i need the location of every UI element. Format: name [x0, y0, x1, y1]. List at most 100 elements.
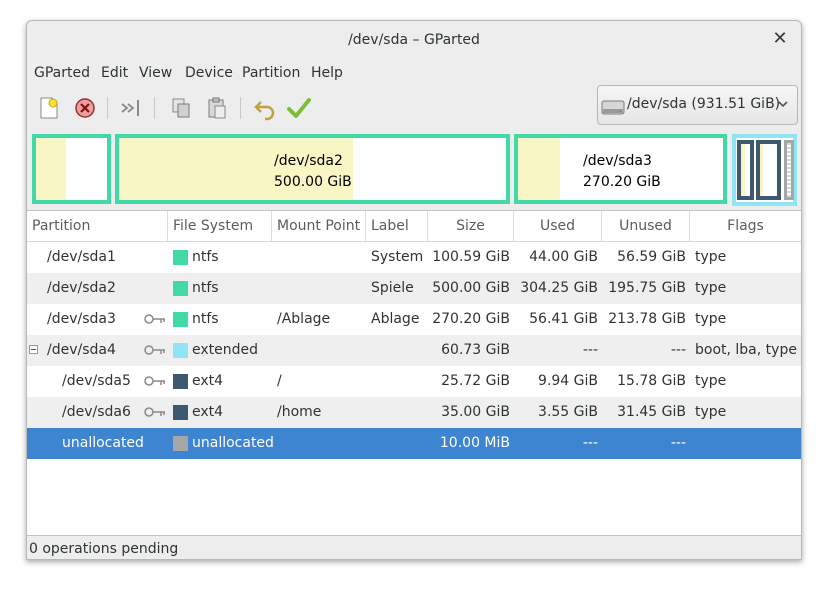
diskmap-sda4-extended[interactable] — [732, 134, 797, 206]
size-value: 60.73 GiB — [441, 342, 510, 358]
used-value: 56.41 GiB — [529, 311, 598, 327]
paste-icon[interactable] — [204, 95, 230, 121]
fs-color-swatch — [173, 436, 188, 451]
unused-value: --- — [670, 435, 686, 451]
toolbar-separator — [107, 97, 108, 119]
table-row-selected[interactable]: unallocated unallocated 10.00 MiB --- --… — [27, 428, 801, 459]
toolbar-separator — [240, 97, 241, 119]
device-label: /dev/sda (931.51 GiB) — [627, 96, 781, 112]
menu-view[interactable]: View — [139, 65, 172, 81]
disk-map: /dev/sda2 500.00 GiB /dev/sda3 270.20 Gi… — [27, 131, 801, 211]
fs-name: extended — [192, 342, 259, 358]
fs-name: ntfs — [192, 249, 219, 265]
menu-edit[interactable]: Edit — [101, 65, 128, 81]
menu-gparted[interactable]: GParted — [34, 65, 90, 81]
menu-partition[interactable]: Partition — [242, 65, 300, 81]
partition-label: Ablage — [371, 311, 420, 327]
used-value: 44.00 GiB — [529, 249, 598, 265]
size-value: 25.72 GiB — [441, 373, 510, 389]
flags-value: type — [695, 311, 727, 327]
fs-color-swatch — [173, 405, 188, 420]
diskmap-sda2-name: /dev/sda2 — [274, 153, 343, 169]
size-value: 270.20 GiB — [432, 311, 510, 327]
col-filesystem[interactable]: File System — [168, 211, 272, 241]
col-mountpoint[interactable]: Mount Point — [272, 211, 366, 241]
col-used[interactable]: Used — [514, 211, 602, 241]
fs-color-swatch — [173, 281, 188, 296]
resize-move-icon[interactable] — [118, 95, 144, 121]
menu-bar: GParted Edit View Device Partition Help — [27, 61, 801, 85]
col-flags[interactable]: Flags — [690, 211, 801, 241]
col-unused[interactable]: Unused — [602, 211, 690, 241]
size-value: 10.00 MiB — [439, 435, 510, 451]
fs-color-swatch — [173, 343, 188, 358]
menu-device[interactable]: Device — [185, 65, 233, 81]
diskmap-sda2[interactable]: /dev/sda2 500.00 GiB — [115, 134, 510, 204]
col-partition[interactable]: Partition — [27, 211, 168, 241]
delete-icon[interactable] — [72, 95, 98, 121]
list-header: Partition File System Mount Point Label … — [27, 211, 801, 242]
mount-point: /Ablage — [277, 311, 331, 327]
diskmap-sda2-size: 500.00 GiB — [274, 174, 352, 190]
diskmap-sda6[interactable] — [756, 140, 781, 200]
unused-value: 56.59 GiB — [617, 249, 686, 265]
copy-icon[interactable] — [168, 95, 194, 121]
size-value: 500.00 GiB — [432, 280, 510, 296]
menu-help[interactable]: Help — [311, 65, 343, 81]
used-value: --- — [582, 435, 598, 451]
key-icon — [144, 344, 166, 360]
table-row[interactable]: /dev/sda4 extended 60.73 GiB --- --- boo… — [27, 335, 801, 366]
fs-name: ntfs — [192, 280, 219, 296]
device-selector[interactable]: /dev/sda (931.51 GiB) — [597, 85, 798, 125]
partition-label: Spiele — [371, 280, 414, 296]
partition-name: /dev/sda2 — [47, 280, 116, 296]
new-icon[interactable] — [36, 95, 62, 121]
unused-value: 15.78 GiB — [617, 373, 686, 389]
used-value: 9.94 GiB — [538, 373, 598, 389]
used-space — [518, 138, 560, 200]
used-value: 304.25 GiB — [520, 280, 598, 296]
used-value: --- — [582, 342, 598, 358]
close-icon[interactable]: ✕ — [771, 30, 789, 48]
col-label[interactable]: Label — [366, 211, 428, 241]
table-row[interactable]: /dev/sda5 ext4 / 25.72 GiB 9.94 GiB 15.7… — [27, 366, 801, 397]
partition-list: Partition File System Mount Point Label … — [27, 210, 801, 536]
chevron-down-icon — [777, 98, 789, 114]
window-title: /dev/sda – GParted — [348, 32, 480, 48]
col-size[interactable]: Size — [428, 211, 514, 241]
fs-name: ext4 — [192, 404, 224, 420]
diskmap-sda3-size: 270.20 GiB — [583, 174, 661, 190]
partition-name: /dev/sda3 — [47, 311, 116, 327]
status-bar: 0 operations pending — [27, 535, 801, 559]
fs-color-swatch — [173, 250, 188, 265]
size-value: 100.59 GiB — [432, 249, 510, 265]
diskmap-sda3[interactable]: /dev/sda3 270.20 GiB — [514, 134, 727, 204]
status-text: 0 operations pending — [29, 541, 179, 557]
diskmap-sda3-name: /dev/sda3 — [583, 153, 652, 169]
table-row[interactable]: /dev/sda3 ntfs /Ablage Ablage 270.20 GiB… — [27, 304, 801, 335]
mount-point: /home — [277, 404, 322, 420]
undo-icon[interactable] — [252, 95, 278, 121]
partition-label: System — [371, 249, 424, 265]
used-value: 3.55 GiB — [538, 404, 598, 420]
size-value: 35.00 GiB — [441, 404, 510, 420]
partition-name: unallocated — [62, 435, 144, 451]
collapse-icon[interactable] — [29, 345, 38, 354]
title-bar: /dev/sda – GParted ✕ — [27, 21, 801, 59]
flags-value: type — [695, 249, 727, 265]
flags-value: boot, lba, type — [695, 342, 797, 358]
mount-point: / — [277, 373, 282, 389]
table-row[interactable]: /dev/sda1 ntfs System 100.59 GiB 44.00 G… — [27, 242, 801, 273]
gparted-window: /dev/sda – GParted ✕ GParted Edit View D… — [26, 20, 802, 560]
partition-name: /dev/sda4 — [47, 342, 116, 358]
diskmap-unallocated[interactable] — [784, 140, 794, 200]
apply-icon[interactable] — [286, 95, 312, 121]
fs-color-swatch — [173, 312, 188, 327]
table-row[interactable]: /dev/sda6 ext4 /home 35.00 GiB 3.55 GiB … — [27, 397, 801, 428]
fs-name: ext4 — [192, 373, 224, 389]
diskmap-sda5[interactable] — [737, 140, 754, 200]
table-row[interactable]: /dev/sda2 ntfs Spiele 500.00 GiB 304.25 … — [27, 273, 801, 304]
unused-value: 195.75 GiB — [608, 280, 686, 296]
used-space — [741, 144, 745, 196]
diskmap-sda1[interactable] — [32, 134, 111, 204]
